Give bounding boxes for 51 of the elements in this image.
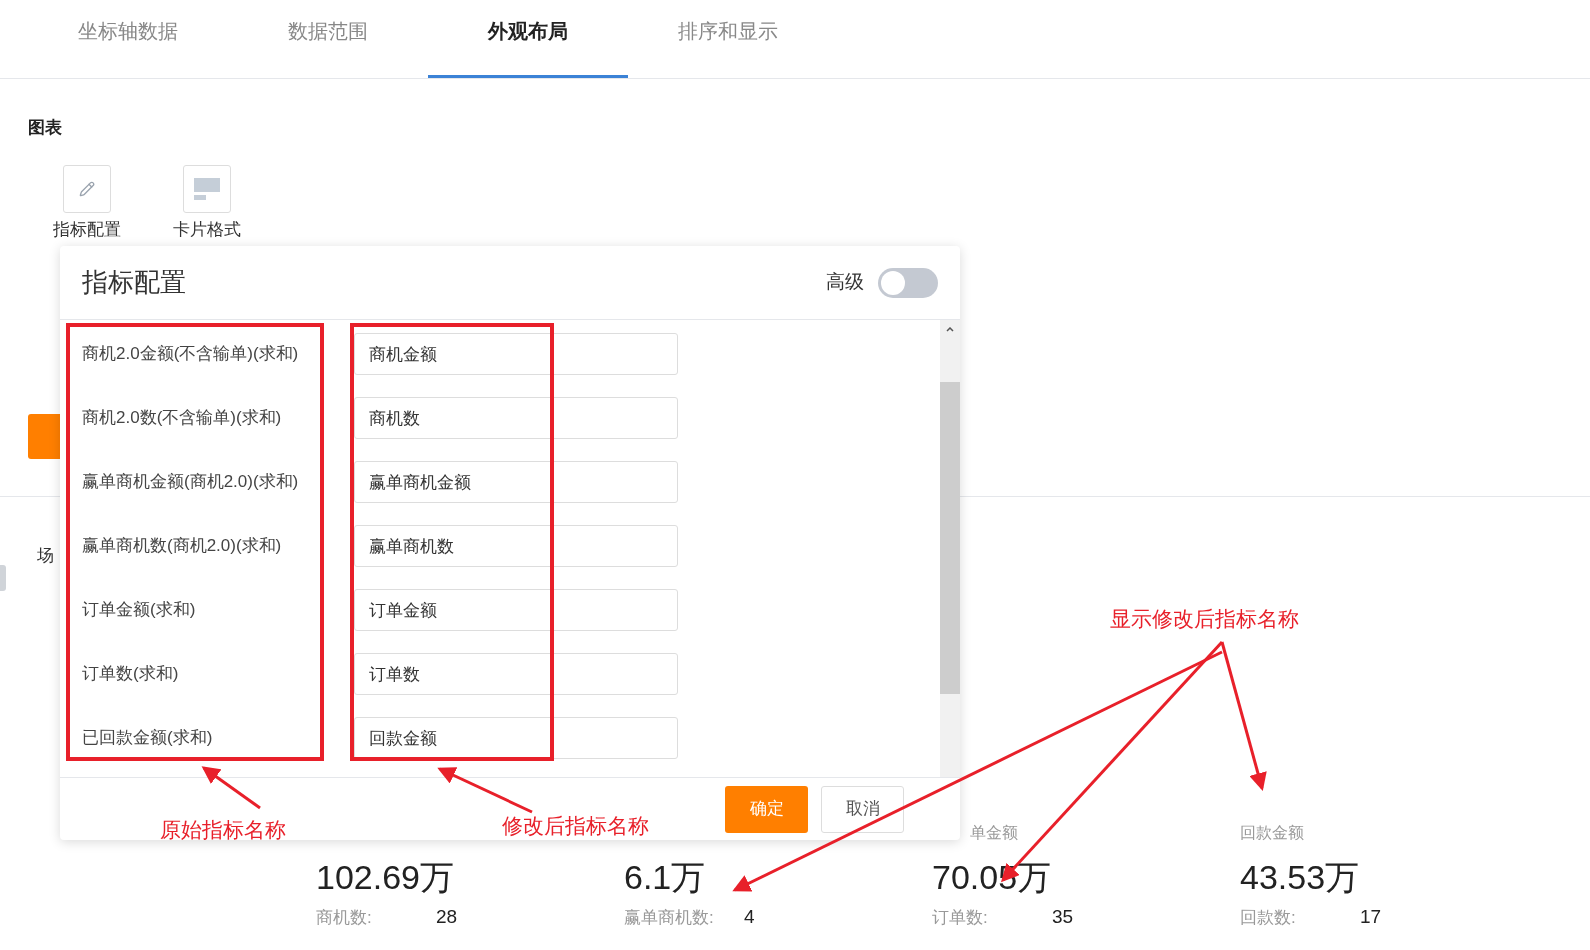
tab[interactable]: 排序和显示 [628,0,828,78]
stat-sub-label: 赢单商机数: [624,907,715,929]
renamed-metric-field[interactable]: 商机金额 [354,333,678,375]
side-handle[interactable] [0,565,6,591]
renamed-metric-field[interactable]: 回款金额 [354,717,678,759]
original-metric-name: 订单数(求和) [82,663,180,686]
dialog-title: 指标配置 [82,266,186,299]
renamed-metric-field[interactable]: 赢单商机数 [354,525,678,567]
stat-sub-label: 回款数: [1240,907,1297,929]
stat-sub-label: 商机数: [316,907,373,929]
scene-label: 场 [37,545,54,568]
original-metric-name: 赢单商机数(商机2.0)(求和) [82,535,283,558]
renamed-metric-field[interactable]: 商机数 [354,397,678,439]
stat-value: 102.69万 [316,857,454,898]
tab[interactable]: 数据范围 [228,0,428,78]
annotation-label: 修改后指标名称 [502,813,649,839]
stat-value: 6.1万 [624,857,706,898]
monitor-icon [194,177,220,200]
advanced-label: 高级 [826,270,864,295]
annotation-arrow [201,766,261,810]
cancel-button[interactable]: 取消 [821,785,904,833]
advanced-toggle[interactable] [878,267,938,298]
renamed-metric-field[interactable]: 订单数 [354,653,678,695]
tab[interactable]: 坐标轴数据 [28,0,228,78]
renamed-metric-field[interactable]: 赢单商机金额 [354,461,678,503]
stat-sub-value: 28 [436,905,458,929]
annotation-label: 原始指标名称 [160,817,286,843]
original-metric-name: 已回款金额(求和) [82,727,214,750]
option-tile[interactable] [183,164,231,213]
stat-sub-value: 35 [1052,905,1074,929]
stat-title: 单金额 [970,823,1018,843]
pencil-icon [79,180,95,197]
renamed-metric-field[interactable]: 订单金额 [354,589,678,631]
stat-sub-label: 订单数: [932,907,989,929]
tab[interactable]: 外观布局 [428,0,628,78]
option-label: 卡片格式 [173,218,241,241]
scrollbar[interactable] [940,320,960,777]
stat-sub-value: 4 [744,905,755,929]
scroll-thumb[interactable] [940,382,960,694]
original-metric-name: 订单金额(求和) [82,599,197,622]
original-metric-name: 商机2.0数(不含输单)(求和) [82,407,283,430]
original-metric-name: 赢单商机金额(商机2.0)(求和) [82,471,300,494]
stat-sub-value: 17 [1360,905,1382,929]
stat-title: 回款金额 [1240,823,1304,843]
option-label: 指标配置 [53,218,121,241]
stat-value: 43.53万 [1240,857,1360,898]
original-metric-name: 商机2.0金额(不含输单)(求和) [82,343,300,366]
option-tile[interactable] [63,164,111,213]
annotation-label: 显示修改后指标名称 [1110,606,1299,632]
scroll-up-icon[interactable] [946,327,954,332]
section-title: 图表 [28,117,62,139]
